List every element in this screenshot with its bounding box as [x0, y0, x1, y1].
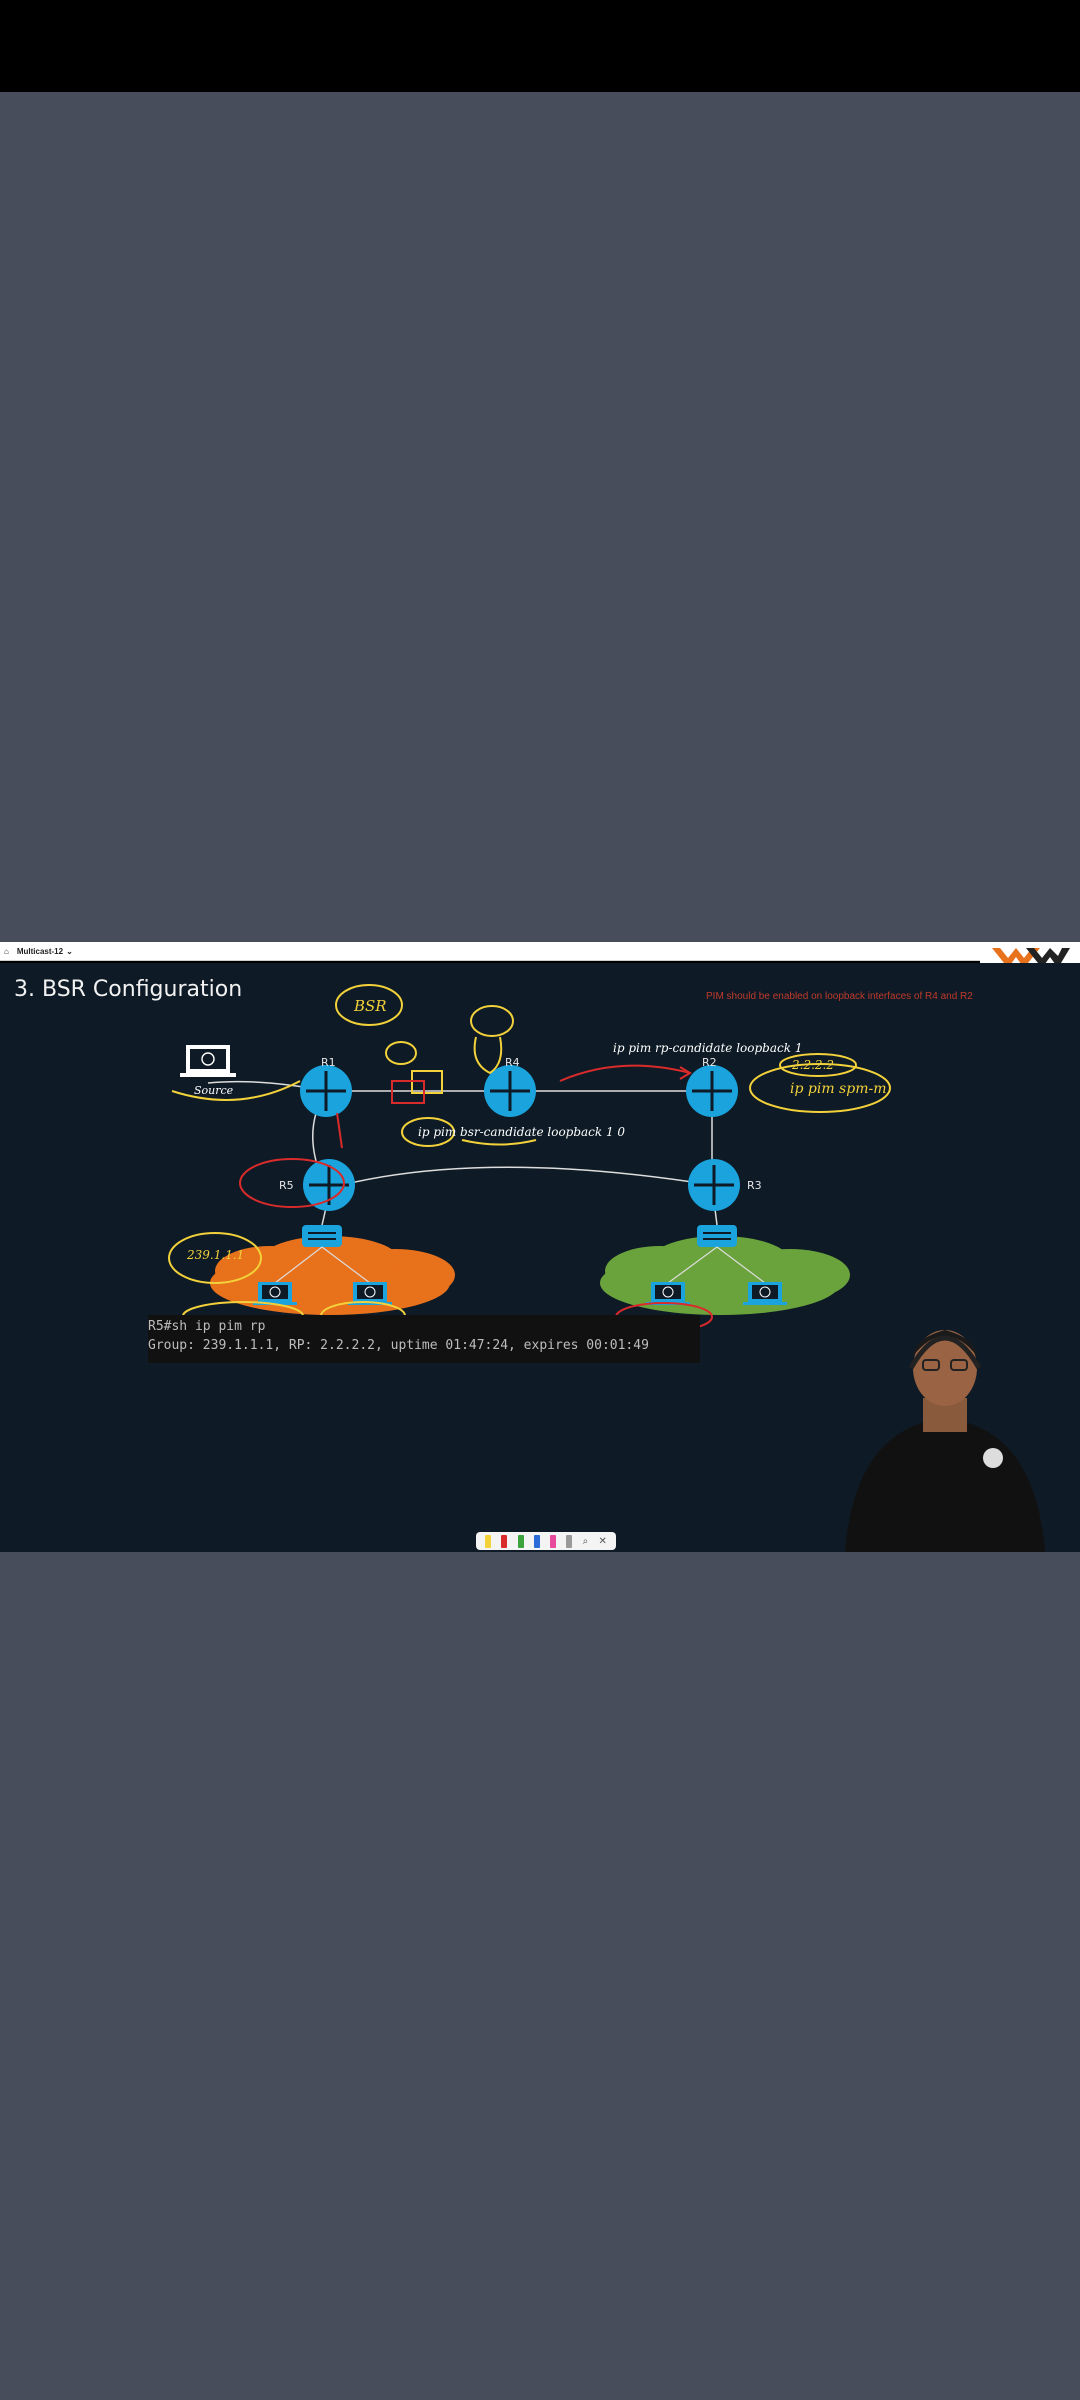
green-pen-icon[interactable]: [517, 1534, 524, 1548]
router-label-r4: R4: [505, 1056, 520, 1069]
router-r3-icon: [688, 1159, 740, 1211]
sparse-mode-annotation: ip pim spm-m: [790, 1081, 887, 1097]
router-label-r1: R1: [321, 1056, 336, 1069]
browser-tab-bar: ⌂ Multicast-12 ⌄: [0, 942, 980, 961]
eraser-icon[interactable]: [566, 1534, 573, 1548]
router-r1-icon: [300, 1065, 352, 1117]
source-laptop-icon: [180, 1045, 236, 1077]
router-r2-icon: [686, 1065, 738, 1117]
red-pen-icon[interactable]: [501, 1534, 508, 1548]
shared-screen: ⌂ Multicast-12 ⌄ 3. BSR Configuration PI…: [0, 942, 1080, 1552]
tab-multicast[interactable]: Multicast-12 ⌄: [17, 947, 73, 956]
rp-candidate-command: ip pim rp-candidate loopback 1: [613, 1041, 803, 1055]
yellow-pen-icon[interactable]: [485, 1534, 492, 1548]
terminal-line: R5#sh ip pim rp: [148, 1319, 266, 1334]
terminal-line: Group: 239.1.1.1, RP: 2.2.2.2, uptime 01…: [148, 1338, 649, 1353]
router-label-r5: R5: [279, 1179, 294, 1192]
router-label-r2: R2: [702, 1056, 717, 1069]
search-icon[interactable]: ⌕: [583, 1536, 589, 1547]
tab-label: Multicast-12: [16, 946, 64, 956]
group-annotation: 239.1.1.1: [187, 1248, 245, 1262]
annotation-toolbar: ⌕ ✕: [476, 1532, 616, 1550]
bsr-annotation: BSR: [354, 997, 387, 1015]
switch-r3: [697, 1225, 737, 1247]
top-black-bar: [0, 0, 1080, 92]
rp-address-annotation: 2.2.2.2: [792, 1058, 834, 1072]
blue-pen-icon[interactable]: [533, 1534, 540, 1548]
presenter-video: [845, 1330, 1045, 1552]
presentation-slide: 3. BSR Configuration PIM should be enabl…: [0, 963, 1080, 1552]
chevron-down-icon: ⌄: [66, 946, 73, 956]
home-icon[interactable]: ⌂: [4, 947, 9, 956]
bsr-candidate-command: ip pim bsr-candidate loopback 1 0: [418, 1125, 626, 1139]
terminal-output: R5#sh ip pim rp Group: 239.1.1.1, RP: 2.…: [148, 1315, 700, 1363]
router-label-r3: R3: [747, 1179, 762, 1192]
pink-pen-icon[interactable]: [550, 1534, 557, 1548]
host-icon: [743, 1282, 787, 1305]
source-label: Source: [194, 1084, 234, 1097]
switch-r5: [302, 1225, 342, 1247]
close-icon[interactable]: ✕: [598, 1536, 606, 1547]
green-cloud: [600, 1236, 850, 1315]
host-icon: [646, 1282, 690, 1305]
